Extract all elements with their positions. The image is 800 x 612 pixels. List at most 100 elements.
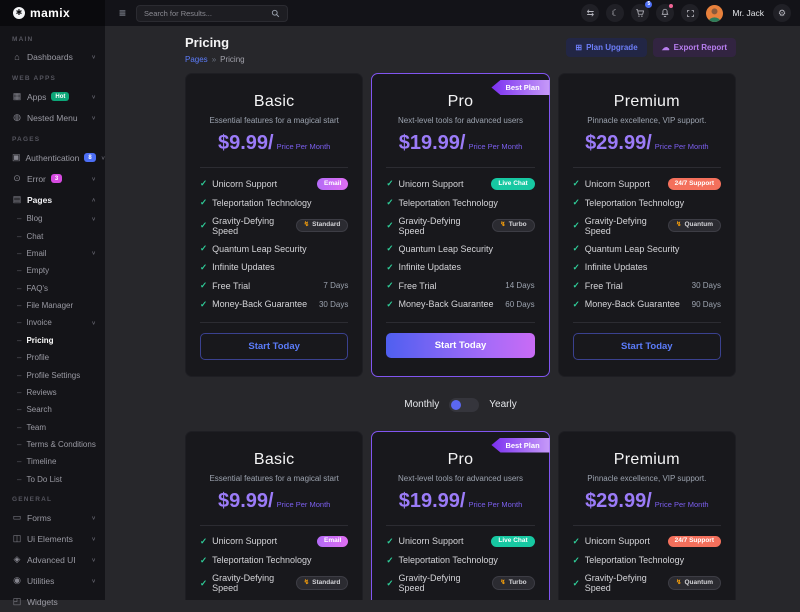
sidebar-item-advanced-ui[interactable]: ◈Advanced UI∨ <box>0 549 105 570</box>
sidebar-item-timeline[interactable]: –Timeline <box>0 453 105 470</box>
dash-icon: – <box>17 318 21 327</box>
plan-title: Basic <box>186 451 362 469</box>
dash-icon: – <box>17 266 21 275</box>
sidebar-item-label: Error <box>27 174 46 184</box>
dash-icon: – <box>17 423 21 432</box>
feature-list: ✓Unicorn SupportEmail✓Teleportation Tech… <box>186 536 362 601</box>
plan-price: $9.99/ <box>218 490 274 512</box>
sidebar-item-widgets[interactable]: ◰Widgets <box>0 591 105 612</box>
chevron-down-icon: ∨ <box>91 114 96 121</box>
sidebar-item-team[interactable]: –Team <box>0 419 105 436</box>
sidebar-item-chat[interactable]: –Chat <box>0 227 105 244</box>
check-icon: ✓ <box>386 555 393 566</box>
feature-label: Money-Back Guarantee <box>585 299 680 309</box>
check-icon: ✓ <box>573 262 580 273</box>
check-icon: ✓ <box>386 536 393 547</box>
sidebar-item-profile-settings[interactable]: –Profile Settings <box>0 366 105 383</box>
sidebar-item-blog[interactable]: –Blog∨ <box>0 210 105 227</box>
moon-icon[interactable]: ☾ <box>606 4 624 22</box>
yearly-label[interactable]: Yearly <box>489 399 516 410</box>
bell-icon[interactable] <box>656 4 674 22</box>
user-name[interactable]: Mr. Jack <box>732 8 764 18</box>
ui-elements-icon: ◫ <box>12 533 22 544</box>
sidebar-item-pricing[interactable]: –Pricing <box>0 332 105 349</box>
zap-icon: ↯ <box>676 580 681 587</box>
feature-row: ✓Teleportation Technology <box>386 197 534 208</box>
sidebar-item-authentication[interactable]: ▣Authentication8∨ <box>0 147 105 168</box>
sidebar-item-email[interactable]: –Email∨ <box>0 245 105 262</box>
sidebar-item-terms-conditions[interactable]: –Terms & Conditions <box>0 436 105 453</box>
feature-row: ✓Teleportation Technology <box>200 197 348 208</box>
hamburger-menu-icon[interactable]: ≡ <box>119 6 126 20</box>
pricing-card-basic: BasicEssential features for a magical st… <box>185 73 363 377</box>
plan-tagline: Pinnacle excellence, VIP support. <box>559 116 735 125</box>
plan-price: $19.99/ <box>399 490 466 512</box>
check-icon: ✓ <box>200 243 207 254</box>
sidebar-item-invoice[interactable]: –Invoice∨ <box>0 314 105 331</box>
sidebar-item-label: File Manager <box>26 301 73 310</box>
start-today-button[interactable]: Start Today <box>573 333 721 360</box>
sidebar-item-nested-menu[interactable]: ◍Nested Menu∨ <box>0 107 105 128</box>
feature-label: Gravity-Defying Speed <box>585 573 663 593</box>
dash-icon: – <box>17 353 21 362</box>
feature-row: ✓Quantum Leap Security <box>386 243 534 254</box>
plan-period: Price Per Month <box>655 142 709 151</box>
translate-icon[interactable]: ⇆ <box>581 4 599 22</box>
pricing-card-premium: PremiumPinnacle excellence, VIP support.… <box>558 431 736 601</box>
sidebar-section-heading: Main <box>0 28 105 47</box>
check-icon: ✓ <box>386 178 393 189</box>
feature-list: ✓Unicorn SupportLive Chat✓Teleportation … <box>372 536 548 601</box>
best-plan-ribbon: Best Plan <box>491 438 549 453</box>
feature-row: ✓Money-Back Guarantee60 Days <box>386 299 534 310</box>
check-icon: ✓ <box>200 536 207 547</box>
start-today-button[interactable]: Start Today <box>386 333 534 358</box>
avatar[interactable] <box>706 5 723 22</box>
gear-icon[interactable]: ⚙ <box>773 4 791 22</box>
feature-label: Gravity-Defying Speed <box>212 216 291 236</box>
sidebar-item-error[interactable]: ⊙Error3∨ <box>0 168 105 189</box>
sidebar-item-search[interactable]: –Search <box>0 401 105 418</box>
feature-label: Teleportation Technology <box>398 198 497 208</box>
sidebar-item-faq-s[interactable]: –FAQ's <box>0 280 105 297</box>
sidebar-item-dashboards[interactable]: ⌂Dashboards∨ <box>0 47 105 67</box>
plan-upgrade-button[interactable]: ⊞ Plan Upgrade <box>566 38 646 57</box>
sidebar-item-ui-elements[interactable]: ◫Ui Elements∨ <box>0 528 105 549</box>
sidebar-item-apps[interactable]: ▦AppsHot∨ <box>0 86 105 107</box>
feature-badge: Email <box>317 536 348 548</box>
plan-price: $19.99/ <box>399 132 466 154</box>
breadcrumb-pages-link[interactable]: Pages <box>185 55 208 64</box>
sidebar-item-profile[interactable]: –Profile <box>0 349 105 366</box>
sidebar-item-file-manager[interactable]: –File Manager <box>0 297 105 314</box>
check-icon: ✓ <box>573 178 580 189</box>
check-icon: ✓ <box>386 280 393 291</box>
feature-row: ✓Teleportation Technology <box>573 555 721 566</box>
fullscreen-icon[interactable] <box>681 4 699 22</box>
search-input[interactable] <box>144 9 266 18</box>
sidebar-item-utilities[interactable]: ◉Utilities∨ <box>0 570 105 591</box>
search-icon[interactable] <box>271 9 280 18</box>
monthly-label[interactable]: Monthly <box>404 399 439 410</box>
sidebar-item-empty[interactable]: –Empty <box>0 262 105 279</box>
logo[interactable]: ✱ mamix <box>0 0 105 26</box>
feature-label: Gravity-Defying Speed <box>398 573 487 593</box>
feature-label: Teleportation Technology <box>212 555 311 565</box>
dash-icon: – <box>17 475 21 484</box>
feature-label: Quantum Leap Security <box>212 244 307 254</box>
cart-icon[interactable]: 5 <box>631 4 649 22</box>
chevron-up-icon: ∧ <box>91 196 96 203</box>
pricing-card-pro: Best PlanProNext-level tools for advance… <box>371 73 549 377</box>
plan-tagline: Pinnacle excellence, VIP support. <box>559 474 735 483</box>
zap-icon: ↯ <box>500 222 505 229</box>
sidebar-item-pages[interactable]: ▤Pages∧ <box>0 189 105 210</box>
plan-title: Pro <box>372 451 548 469</box>
check-icon: ✓ <box>200 220 207 231</box>
export-report-button[interactable]: ☁ Export Report <box>653 38 736 57</box>
sidebar-item-forms[interactable]: ▭Forms∨ <box>0 507 105 528</box>
sidebar-item-reviews[interactable]: –Reviews <box>0 384 105 401</box>
start-today-button[interactable]: Start Today <box>200 333 348 360</box>
sidebar-item-to-do-list[interactable]: –To Do List <box>0 471 105 488</box>
plan-upgrade-icon: ⊞ <box>575 43 582 52</box>
billing-period-toggle[interactable] <box>449 398 479 412</box>
sidebar-item-label: Search <box>26 405 51 414</box>
feature-row: ✓Infinite Updates <box>200 262 348 273</box>
